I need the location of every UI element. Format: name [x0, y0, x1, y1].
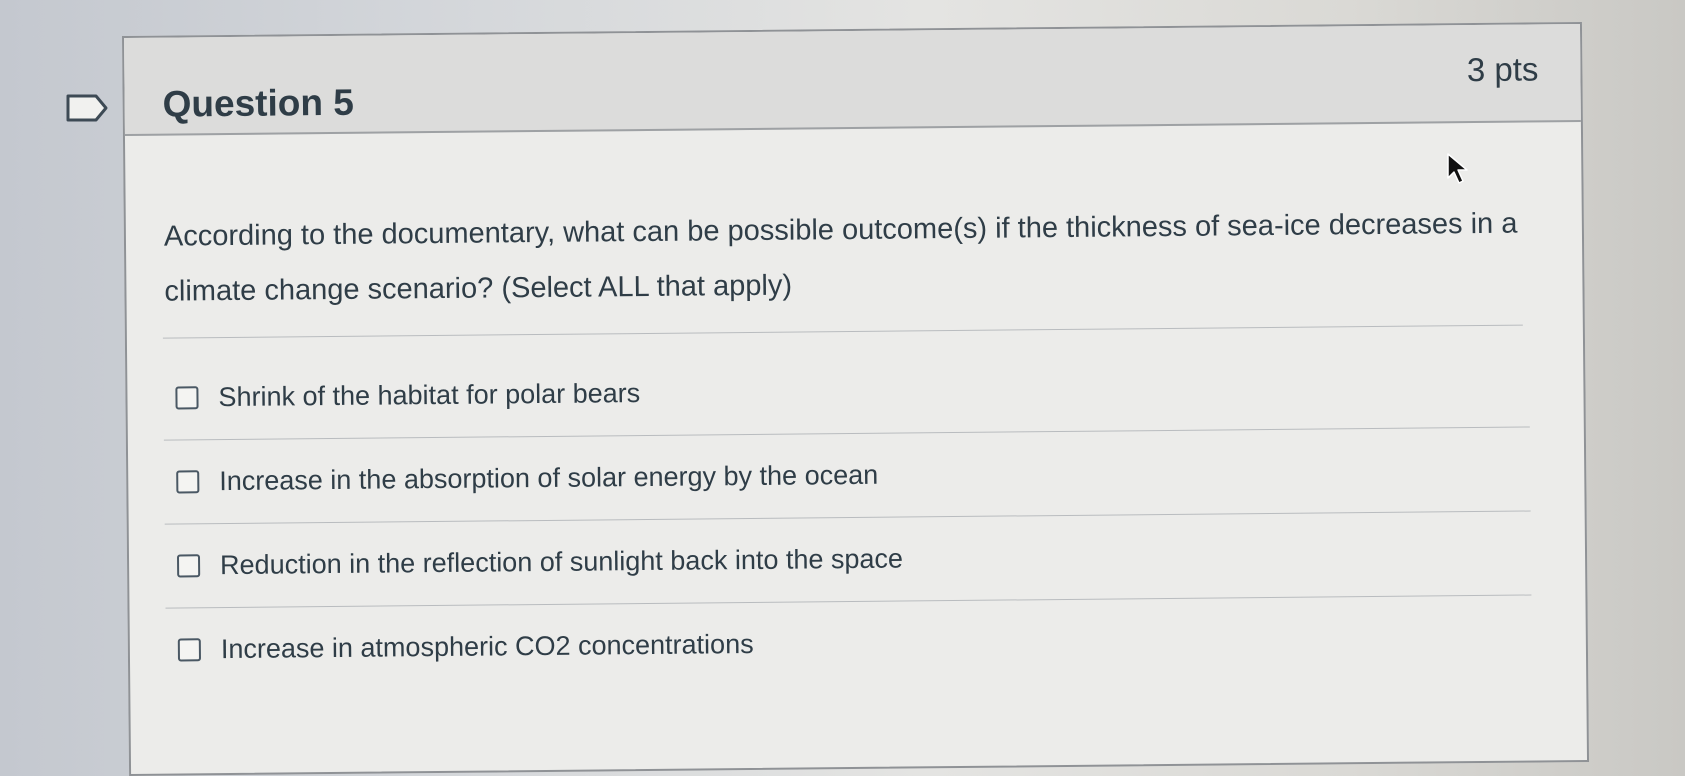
question-text: According to the documentary, what can b… [163, 207, 1518, 308]
answer-option[interactable]: Increase in the absorption of solar ener… [163, 426, 1531, 525]
answer-option[interactable]: Shrink of the habitat for polar bears [163, 342, 1530, 441]
answer-label[interactable]: Reduction in the reflection of sunlight … [220, 543, 903, 581]
answer-checkbox[interactable] [175, 385, 199, 410]
answer-checkbox[interactable] [177, 637, 202, 661]
answer-label[interactable]: Shrink of the habitat for polar bears [218, 378, 640, 413]
answer-label[interactable]: Increase in the absorption of solar ener… [219, 459, 878, 496]
answer-option[interactable]: Increase in atmospheric CO2 concentratio… [165, 594, 1532, 691]
question-header: Question 5 3 pts [124, 24, 1581, 136]
answer-option[interactable]: Reduction in the reflection of sunlight … [164, 510, 1532, 609]
question-card: Question 5 3 pts According to the docume… [122, 21, 1590, 776]
question-title: Question 5 [162, 81, 355, 125]
answer-checkbox[interactable] [176, 469, 200, 493]
answer-label[interactable]: Increase in atmospheric CO2 concentratio… [221, 628, 754, 664]
bookmark-flag-icon[interactable] [66, 94, 108, 122]
answer-checkbox[interactable] [176, 553, 201, 577]
mouse-pointer-icon [1447, 153, 1468, 184]
question-points: 3 pts [1466, 50, 1539, 89]
divider [162, 324, 1523, 339]
